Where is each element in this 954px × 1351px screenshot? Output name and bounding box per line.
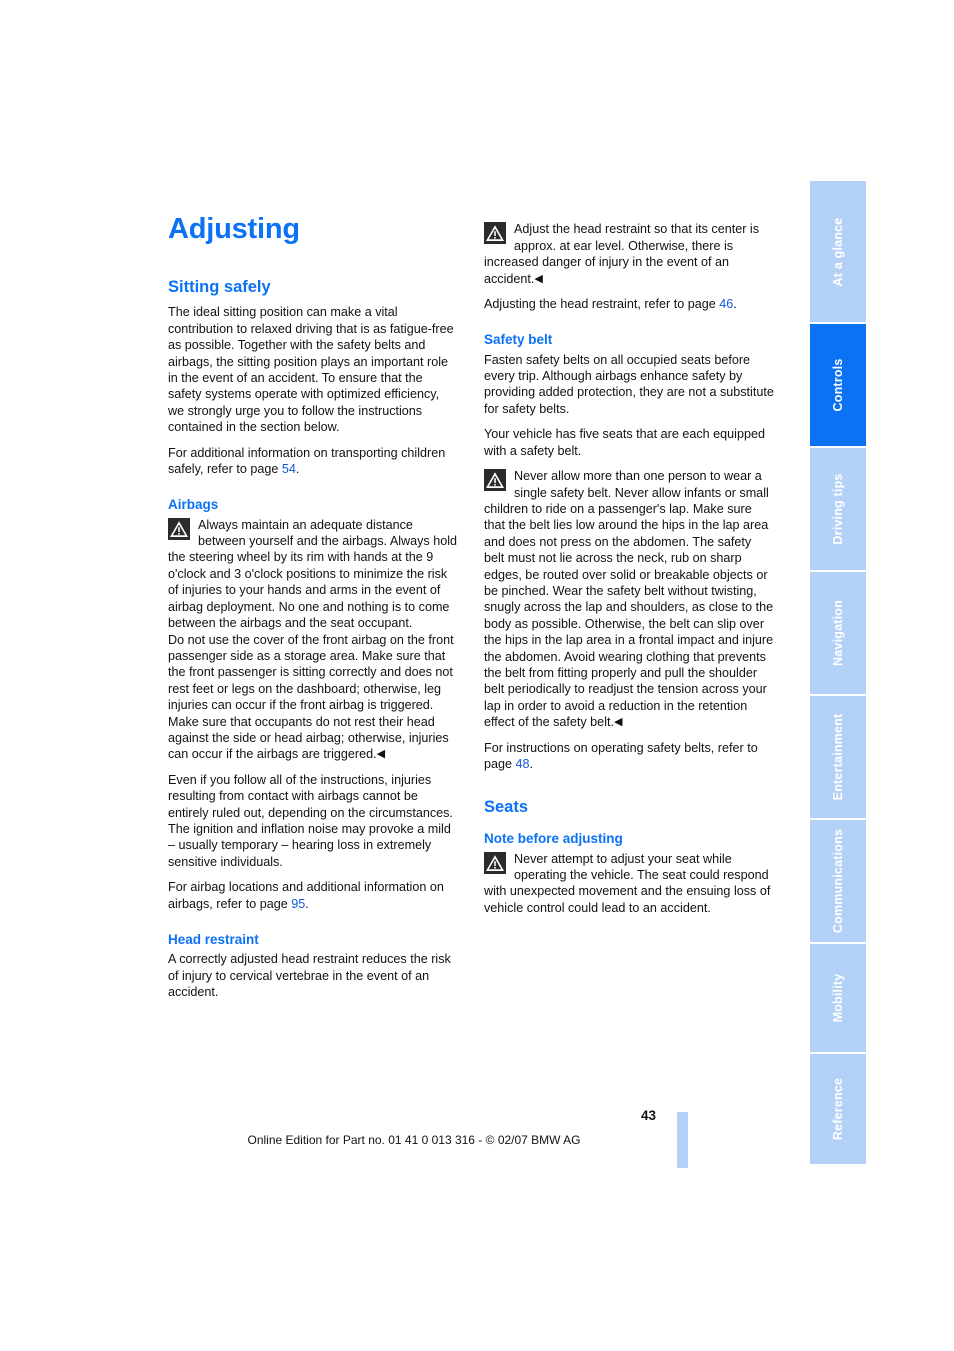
head-restraint-ref-prefix: Adjusting the head restraint, refer to p… xyxy=(484,297,720,312)
paragraph-head-restraint-reference: Adjusting the head restraint, refer to p… xyxy=(484,296,774,312)
tab-label: Communications xyxy=(831,828,845,934)
heading-safety-belt: Safety belt xyxy=(484,332,553,348)
paragraph-safety-belt-reference: For instructions on operating safety bel… xyxy=(484,740,774,773)
two-column-layout: Sitting safely The ideal sitting positio… xyxy=(168,222,788,1009)
right-column: Adjust the head restraint so that its ce… xyxy=(484,221,774,925)
footer-imprint: Online Edition for Part no. 01 41 0 013 … xyxy=(247,1133,581,1147)
tab-at-a-glance[interactable]: At a glance xyxy=(810,181,866,324)
warning-triangle-icon xyxy=(484,469,506,492)
page-link-95[interactable]: 95 xyxy=(291,897,305,911)
warning-triangle-icon xyxy=(484,851,506,874)
tab-communications[interactable]: Communications xyxy=(810,820,866,944)
warning-airbags: Always maintain an adequate distance bet… xyxy=(168,517,458,763)
warning-safety-belt: Never allow more than one person to wear… xyxy=(484,468,774,731)
warning-triangle-icon xyxy=(484,222,506,245)
tab-label: Entertainment xyxy=(831,713,845,801)
heading-head-restraint: Head restraint xyxy=(168,932,259,947)
warning-triangle-icon xyxy=(168,517,190,540)
tab-label: Navigation xyxy=(831,600,845,666)
end-of-warning-marker: ◀ xyxy=(534,272,543,285)
paragraph-children-reference: For additional information on transporti… xyxy=(168,445,458,478)
paragraph-safety-belt-1: Fasten safety belts on all occupied seat… xyxy=(484,352,774,416)
paragraph-safety-belt-2: Your vehicle has five seats that are eac… xyxy=(484,427,765,458)
heading-sitting-safely: Sitting safely xyxy=(168,278,271,297)
warning-head-restraint: Adjust the head restraint so that its ce… xyxy=(484,221,774,287)
page-link-46[interactable]: 46 xyxy=(719,297,733,311)
warning-head-restraint-text: Adjust the head restraint so that its ce… xyxy=(484,222,760,286)
warning-safety-belt-text: Never allow more than one person to wear… xyxy=(484,469,774,730)
warning-airbags-text-cont: Do not use the cover of the front airbag… xyxy=(168,632,454,762)
warning-airbags-text: Always maintain an adequate distance bet… xyxy=(168,517,458,631)
page-link-48[interactable]: 48 xyxy=(516,757,530,771)
end-of-warning-marker: ◀ xyxy=(376,748,386,761)
page-content: Adjusting Sitting safely The ideal sitti… xyxy=(168,214,788,1009)
page-number: 43 xyxy=(640,1108,656,1123)
paragraph-airbags-note: Even if you follow all of the instructio… xyxy=(168,772,453,869)
children-ref-prefix: For additional information on transporti… xyxy=(168,445,446,477)
tab-driving-tips[interactable]: Driving tips xyxy=(810,448,866,572)
paragraph-head-restraint: A correctly adjusted head restraint redu… xyxy=(168,952,451,999)
heading-note-before-adjusting: Note before adjusting xyxy=(484,831,623,847)
warning-note-before-adjusting-text: Never attempt to adjust your seat while … xyxy=(484,851,771,915)
heading-seats: Seats xyxy=(484,798,529,817)
head-restraint-ref-suffix: . xyxy=(733,297,737,312)
document-page: At a glance Controls Driving tips Naviga… xyxy=(0,0,954,1351)
tab-label: Controls xyxy=(831,358,845,412)
warning-note-before-adjusting: Never attempt to adjust your seat while … xyxy=(484,851,774,917)
page-link-54[interactable]: 54 xyxy=(282,462,296,476)
left-column: Sitting safely The ideal sitting positio… xyxy=(168,278,458,1009)
footer-accent-bar xyxy=(677,1112,688,1168)
tab-controls[interactable]: Controls xyxy=(810,324,866,448)
tab-label: Reference xyxy=(831,1077,845,1141)
tab-reference[interactable]: Reference xyxy=(810,1054,866,1164)
paragraph-sitting-safely-intro: The ideal sitting position can make a vi… xyxy=(168,305,454,435)
safety-belt-ref-suffix: . xyxy=(529,757,534,771)
tab-navigation[interactable]: Navigation xyxy=(810,572,866,696)
tab-label: Mobility xyxy=(831,973,845,1023)
paragraph-airbags-reference: For airbag locations and additional info… xyxy=(168,879,458,912)
tab-label: Driving tips xyxy=(831,473,845,545)
airbags-ref-suffix: . xyxy=(305,896,309,911)
section-tab-strip: At a glance Controls Driving tips Naviga… xyxy=(810,181,866,1164)
heading-airbags: Airbags xyxy=(168,497,219,513)
tab-mobility[interactable]: Mobility xyxy=(810,944,866,1054)
children-ref-suffix: . xyxy=(295,462,300,477)
end-of-warning-marker: ◀ xyxy=(613,716,623,729)
tab-label: At a glance xyxy=(831,217,845,286)
tab-entertainment[interactable]: Entertainment xyxy=(810,696,866,820)
